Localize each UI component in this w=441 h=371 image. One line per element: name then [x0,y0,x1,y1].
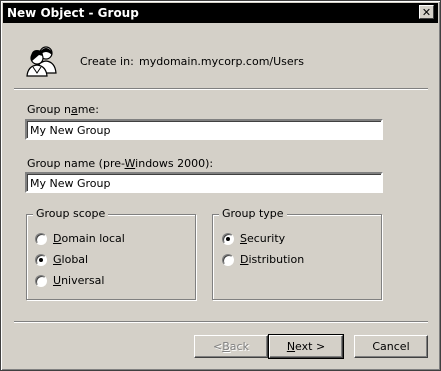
close-button[interactable]: ✕ [419,5,434,19]
group-name-pre2000-input[interactable] [25,172,383,193]
group-type-title: Group type [219,207,287,220]
group-scope-title: Group scope [33,207,109,220]
radio-label: Global [53,253,89,266]
group-name-pre2000-label: Group name (pre-Windows 2000): [27,157,214,170]
radio-button[interactable] [35,232,47,245]
create-in-path: mydomain.mycorp.com/Users [139,55,304,68]
back-button[interactable]: < Back [194,335,268,358]
group-name-label: Group name: [27,103,99,116]
radio-distribution[interactable]: Distribution [222,253,304,266]
group-name-input[interactable] [25,119,383,140]
radio-button-selected[interactable] [222,232,234,245]
cancel-button[interactable]: Cancel [354,335,428,358]
group-icon [26,46,57,77]
radio-button[interactable] [35,274,47,287]
next-button[interactable]: Next > [268,334,344,359]
radio-label: Universal [53,274,105,287]
radio-security[interactable]: Security [222,232,285,245]
radio-label: Distribution [240,253,305,266]
footer-divider [14,321,428,323]
radio-universal[interactable]: Universal [35,274,104,287]
new-object-group-dialog: New Object - Group ✕ Create in: mydomain… [0,0,441,371]
title-bar[interactable]: New Object - Group ✕ [3,3,438,23]
radio-global[interactable]: Global [35,253,88,266]
window-title: New Object - Group [7,6,139,20]
radio-domain-local[interactable]: Domain local [35,232,125,245]
radio-label: Domain local [53,232,125,245]
radio-button[interactable] [222,253,234,266]
header-divider [14,88,428,90]
create-in-label: Create in: [80,55,134,68]
close-icon: ✕ [421,5,432,19]
radio-button-selected[interactable] [35,253,47,266]
radio-label: Security [240,232,286,245]
